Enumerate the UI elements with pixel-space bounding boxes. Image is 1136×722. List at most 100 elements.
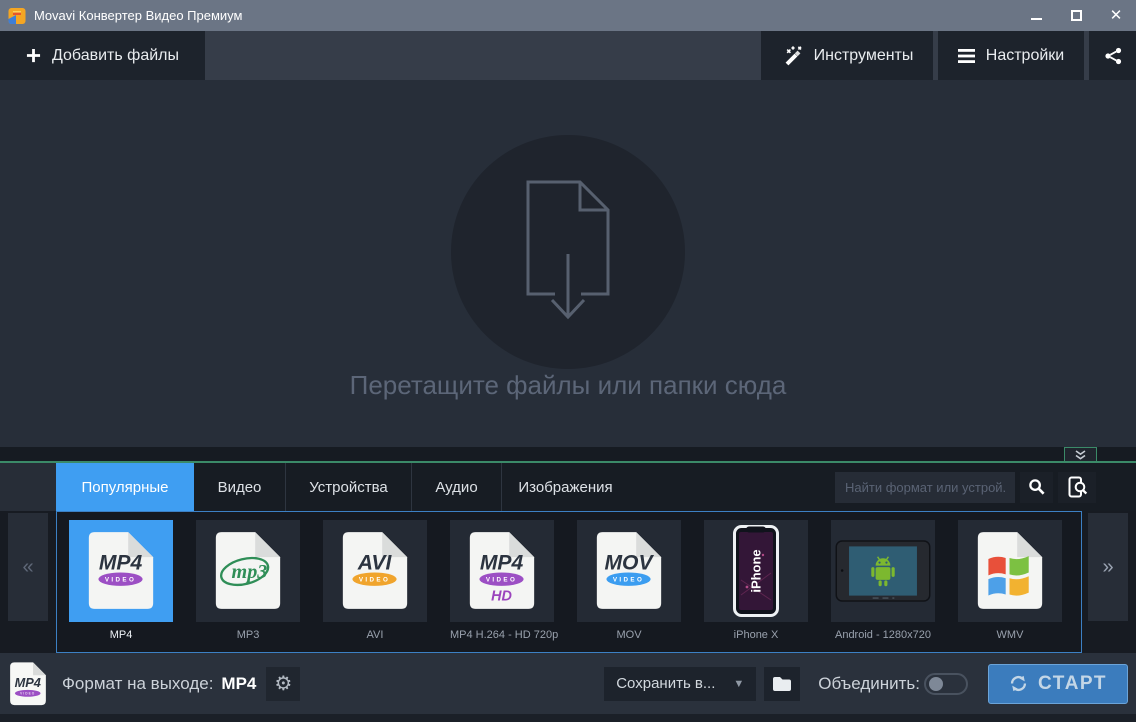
- add-files-button[interactable]: Добавить файлы: [0, 31, 205, 80]
- window-bottom-edge: [0, 714, 1136, 722]
- format-tile[interactable]: MP4 VIDEO HD MP4 H.264 - HD 720p: [450, 520, 554, 641]
- tile-label: Android - 1280x720: [831, 629, 935, 641]
- svg-text:mp3: mp3: [232, 561, 268, 583]
- close-icon: ✕: [1110, 8, 1123, 23]
- tile-icon-area: AVI VIDEO: [323, 520, 427, 622]
- settings-button[interactable]: Настройки: [938, 31, 1084, 80]
- add-files-label: Добавить файлы: [52, 47, 179, 65]
- tile-icon-area: MP4 VIDEO HD: [450, 520, 554, 622]
- share-icon: [1103, 46, 1123, 66]
- plus-icon: [26, 48, 41, 63]
- format-tile[interactable]: AVI VIDEOAVI: [323, 520, 427, 641]
- svg-text:HD: HD: [491, 588, 512, 604]
- tile-icon-area: iPhone: [704, 520, 808, 622]
- presets-top-strip: [0, 447, 1136, 461]
- tile-label: iPhone X: [704, 629, 808, 641]
- format-tile[interactable]: mp3 MP3: [196, 520, 300, 641]
- tile-label: WMV: [958, 629, 1062, 641]
- drop-hint: Перетащите файлы или папки сюда: [0, 370, 1136, 401]
- app-logo-icon: [8, 7, 26, 25]
- merge-label: Объединить:: [818, 674, 920, 694]
- format-settings-button[interactable]: ⚙: [266, 667, 300, 701]
- scroll-right-button[interactable]: »: [1088, 513, 1128, 621]
- tile-icon-area: [831, 520, 935, 622]
- window-titlebar: Movavi Конвертер Видео Премиум ✕: [0, 0, 1136, 31]
- double-chevron-down-icon: [1074, 450, 1087, 460]
- iphone-icon: iPhone: [733, 525, 779, 617]
- start-button[interactable]: СТАРТ: [988, 664, 1128, 704]
- tile-icon-area: MP4VIDEO: [69, 520, 173, 622]
- start-label: СТАРТ: [1038, 673, 1107, 695]
- settings-label: Настройки: [986, 47, 1064, 65]
- svg-text:MP4: MP4: [480, 552, 524, 575]
- chevron-right-icon: »: [1102, 556, 1113, 579]
- collapse-panel-button[interactable]: [1064, 447, 1097, 461]
- tabs-left-pad: [0, 463, 56, 511]
- window-title: Movavi Конвертер Видео Премиум: [34, 8, 242, 23]
- search-input[interactable]: [835, 472, 1015, 503]
- save-to-label: Сохранить в...: [616, 675, 715, 692]
- svg-text:VIDEO: VIDEO: [613, 577, 644, 584]
- device-search-button[interactable]: [1058, 472, 1096, 503]
- tile-label: MP4 H.264 - HD 720p: [450, 629, 554, 641]
- svg-text:iPhone: iPhone: [749, 549, 764, 592]
- tile-icon-area: [958, 520, 1062, 622]
- maximize-button[interactable]: [1056, 0, 1096, 31]
- format-tile[interactable]: WMV: [958, 520, 1062, 641]
- minimize-button[interactable]: [1016, 0, 1056, 31]
- close-button[interactable]: ✕: [1096, 0, 1136, 31]
- svg-text:VIDEO: VIDEO: [359, 577, 390, 584]
- gear-icon: ⚙: [274, 671, 292, 696]
- presets-panel: « MP4VIDEOMP4mp3MP3AVIVIDEOAVIMP4VIDEOHD…: [0, 511, 1136, 653]
- sync-icon: [1009, 674, 1028, 693]
- folder-icon: [772, 676, 792, 692]
- mp3-icon: mp3: [212, 530, 284, 612]
- main-toolbar: Добавить файлы Инструменты: [0, 31, 1136, 80]
- svg-text:VIDEO: VIDEO: [486, 577, 517, 584]
- tab-video[interactable]: Видео: [194, 463, 285, 511]
- output-format-value: MP4: [221, 674, 256, 694]
- tab-devices[interactable]: Устройства: [285, 463, 411, 511]
- windows-icon: [974, 530, 1046, 612]
- search-button[interactable]: [1020, 472, 1053, 503]
- format-tile[interactable]: iPhone iPhone X: [704, 520, 808, 641]
- toggle-knob: [929, 677, 943, 691]
- device-search-icon: [1066, 476, 1088, 498]
- tools-button[interactable]: Инструменты: [761, 31, 933, 80]
- maximize-icon: [1071, 10, 1082, 21]
- drop-circle: [451, 135, 685, 369]
- file-icon: MOV VIDEO: [593, 530, 665, 612]
- merge-toggle[interactable]: [924, 673, 968, 695]
- search-group: [835, 463, 1096, 511]
- share-button[interactable]: [1089, 31, 1136, 80]
- android-icon: [835, 540, 931, 602]
- file-icon: MP4 VIDEO HD: [466, 530, 538, 612]
- caret-down-icon: ▼: [733, 678, 744, 690]
- tile-icon-area: MOV VIDEO: [577, 520, 681, 622]
- format-tile[interactable]: MP4VIDEO MP4: [69, 520, 173, 641]
- file-icon: AVI VIDEO: [339, 530, 411, 612]
- save-to-dropdown[interactable]: Сохранить в... ▼: [604, 667, 756, 701]
- open-folder-button[interactable]: [764, 667, 800, 701]
- app-window: Movavi Конвертер Видео Премиум ✕ Добавит…: [0, 0, 1136, 722]
- scroll-left-button[interactable]: «: [8, 513, 48, 621]
- tile-label: MP3: [196, 629, 300, 641]
- tab-images[interactable]: Изображения: [501, 463, 629, 511]
- file-drop-icon: [508, 176, 628, 328]
- tile-icon-area: mp3: [196, 520, 300, 622]
- format-tile[interactable]: MOV VIDEOMOV: [577, 520, 681, 641]
- svg-text:AVI: AVI: [357, 552, 393, 575]
- minimize-icon: [1031, 18, 1042, 20]
- format-tile[interactable]: Android - 1280x720: [831, 520, 935, 641]
- tab-popular[interactable]: Популярные: [56, 463, 194, 511]
- svg-text:MOV: MOV: [604, 552, 654, 575]
- tab-audio[interactable]: Аудио: [411, 463, 501, 511]
- drop-area[interactable]: Перетащите файлы или папки сюда: [0, 80, 1136, 447]
- chevron-left-icon: «: [22, 556, 33, 579]
- tile-label: MP4: [69, 629, 173, 641]
- preset-tiles-strip: MP4VIDEOMP4mp3MP3AVIVIDEOAVIMP4VIDEOHDMP…: [56, 511, 1082, 653]
- preset-tabs-bar: ПопулярныеВидеоУстройстваАудиоИзображени…: [0, 463, 1136, 511]
- tools-label: Инструменты: [814, 47, 914, 65]
- output-format-thumbnail: MP4VIDEO: [8, 661, 48, 707]
- svg-text:VIDEO: VIDEO: [105, 577, 136, 584]
